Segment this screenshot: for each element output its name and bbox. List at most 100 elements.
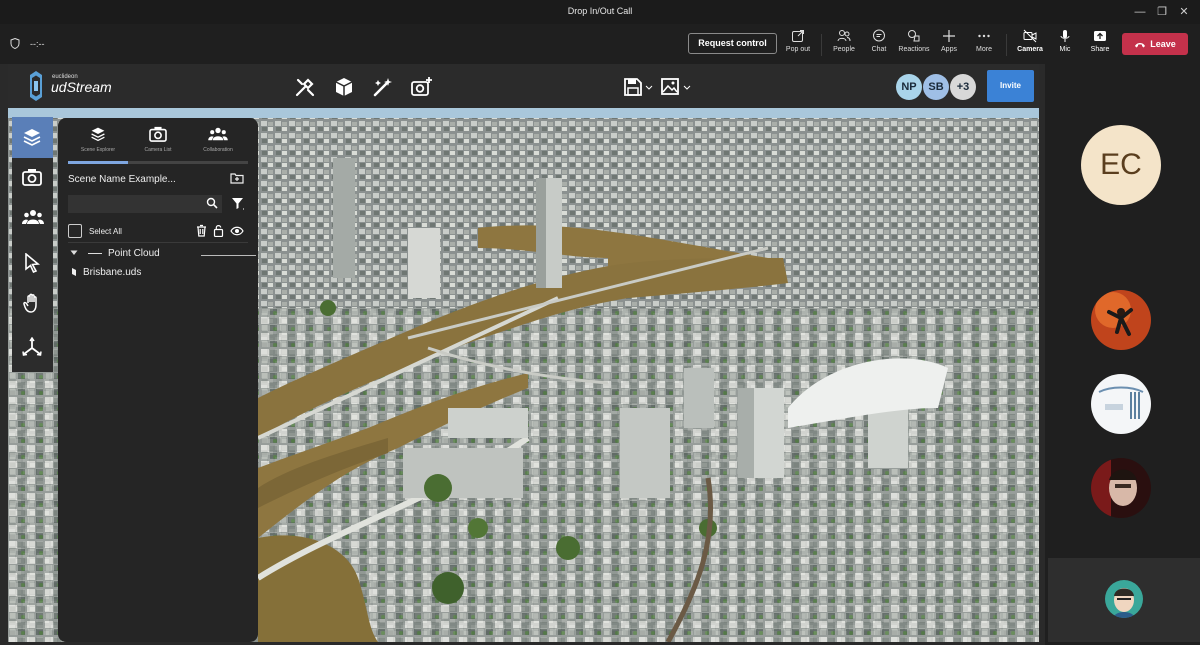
magic-wand-icon[interactable] (372, 76, 394, 98)
divider (1006, 34, 1007, 56)
request-control-button[interactable]: Request control (688, 33, 777, 54)
tab-label: Scene Explorer (80, 147, 116, 153)
restore-icon[interactable]: ❐ (1154, 4, 1170, 20)
chat-button[interactable]: Chat (861, 29, 897, 61)
window-title: Drop In/Out Call (567, 6, 633, 16)
more-collaborators-avatar[interactable]: +3 (950, 74, 976, 100)
add-folder-icon[interactable] (230, 172, 244, 184)
scene-name[interactable]: Scene Name Example... (68, 174, 176, 185)
hang-up-icon (1135, 42, 1146, 48)
layers-tool[interactable] (12, 117, 53, 158)
self-photo (1105, 580, 1143, 618)
udstream-logo-icon (30, 71, 42, 101)
logo-title: udStream (51, 79, 112, 95)
meeting-timer: --:-- (30, 39, 45, 49)
popout-label: Pop out (785, 46, 811, 53)
tab-scene-explorer[interactable]: Scene Explorer (68, 126, 128, 166)
scene-item-brisbane[interactable]: Brisbane.uds (71, 267, 141, 278)
mic-button[interactable]: Mic (1047, 29, 1083, 61)
tools-icon[interactable] (294, 76, 316, 98)
save-icon[interactable] (622, 76, 644, 98)
minimize-icon[interactable]: — (1132, 4, 1148, 20)
meeting-toolbar: --:-- Request control Pop out People Cha… (0, 24, 1200, 64)
point-cloud-file-icon (72, 268, 76, 277)
collaborator-avatar[interactable]: NP (896, 74, 922, 100)
eye-icon[interactable] (230, 226, 244, 236)
leave-label: Leave (1150, 39, 1176, 49)
camera-button[interactable]: Camera (1012, 29, 1048, 61)
tool-column (12, 117, 53, 372)
pointer-icon (25, 253, 40, 273)
group-dash (88, 252, 102, 254)
camera-tool[interactable] (12, 157, 53, 198)
title-bar: Drop In/Out Call — ❐ ✕ (0, 0, 1200, 24)
camera-off-icon (1023, 29, 1037, 43)
leave-button[interactable]: Leave (1122, 33, 1188, 55)
filter-icon[interactable] (231, 197, 245, 211)
participants-panel: EC (1045, 64, 1200, 645)
participant-photo (1091, 290, 1151, 350)
camera-label: Camera (1017, 46, 1043, 53)
lock-icon[interactable] (213, 224, 224, 237)
users-icon (22, 210, 44, 224)
pan-tool[interactable] (12, 283, 53, 324)
share-button[interactable]: Share (1082, 29, 1118, 61)
gizmo-tool[interactable] (12, 327, 53, 368)
reactions-label: Reactions (898, 46, 930, 53)
group-label: Point Cloud (108, 248, 160, 259)
tab-label: Collaboration (203, 147, 233, 153)
group-line (201, 255, 256, 256)
chevron-down-icon[interactable] (645, 76, 653, 98)
image-settings-icon[interactable] (660, 76, 682, 98)
chevron-down-icon[interactable] (683, 76, 691, 98)
tab-underline (68, 161, 248, 164)
tab-camera-list[interactable]: Camera List (128, 126, 188, 166)
camera-icon (22, 169, 42, 186)
mic-icon (1060, 30, 1070, 42)
tab-label: Camera List (144, 147, 172, 153)
users-tool[interactable] (12, 197, 53, 238)
select-tool[interactable] (12, 243, 53, 284)
tab-collaboration[interactable]: Collaboration (188, 126, 248, 166)
divider (821, 34, 822, 56)
more-label: More (976, 46, 992, 53)
plus-icon (943, 30, 955, 42)
invite-button[interactable]: Invite (987, 70, 1034, 102)
layers-icon (23, 129, 41, 146)
point-cloud-group[interactable]: Point Cloud (70, 248, 160, 259)
apps-button[interactable]: Apps (931, 29, 967, 61)
cube-icon[interactable] (333, 76, 355, 98)
select-all-checkbox[interactable] (68, 224, 82, 238)
search-input[interactable] (68, 195, 222, 213)
self-view[interactable] (1048, 558, 1200, 642)
participant-video[interactable] (1091, 458, 1151, 518)
camera-icon (149, 126, 167, 142)
close-icon[interactable]: ✕ (1176, 4, 1192, 20)
mic-label: Mic (1059, 46, 1071, 53)
scene-explorer-panel: Scene Explorer Camera List Collaboration… (58, 118, 258, 642)
people-button[interactable]: People (826, 29, 862, 61)
axes-icon (22, 337, 42, 356)
self-avatar (1105, 580, 1143, 618)
share-icon (1094, 31, 1106, 41)
more-button[interactable]: More (966, 29, 1002, 61)
chat-label: Chat (871, 46, 887, 53)
share-label: Share (1090, 46, 1110, 53)
collaborator-avatar[interactable]: SB (923, 74, 949, 100)
reactions-icon (908, 30, 920, 42)
add-camera-icon[interactable] (411, 76, 433, 98)
more-icon (978, 34, 990, 38)
popout-icon (792, 30, 804, 42)
reactions-button[interactable]: Reactions (896, 29, 932, 61)
participant-avatar-main[interactable]: EC (1081, 125, 1161, 205)
teams-window: Drop In/Out Call — ❐ ✕ --:-- Request con… (0, 0, 1200, 645)
participant-video[interactable] (1091, 290, 1151, 350)
hand-icon (23, 293, 37, 313)
popout-button[interactable]: Pop out (780, 29, 816, 61)
search-icon[interactable] (206, 197, 218, 209)
chevron-down-icon (70, 250, 78, 255)
trash-icon[interactable] (196, 224, 207, 237)
participant-video[interactable] (1091, 374, 1151, 434)
participant-photo (1091, 458, 1151, 518)
divider (68, 242, 248, 243)
